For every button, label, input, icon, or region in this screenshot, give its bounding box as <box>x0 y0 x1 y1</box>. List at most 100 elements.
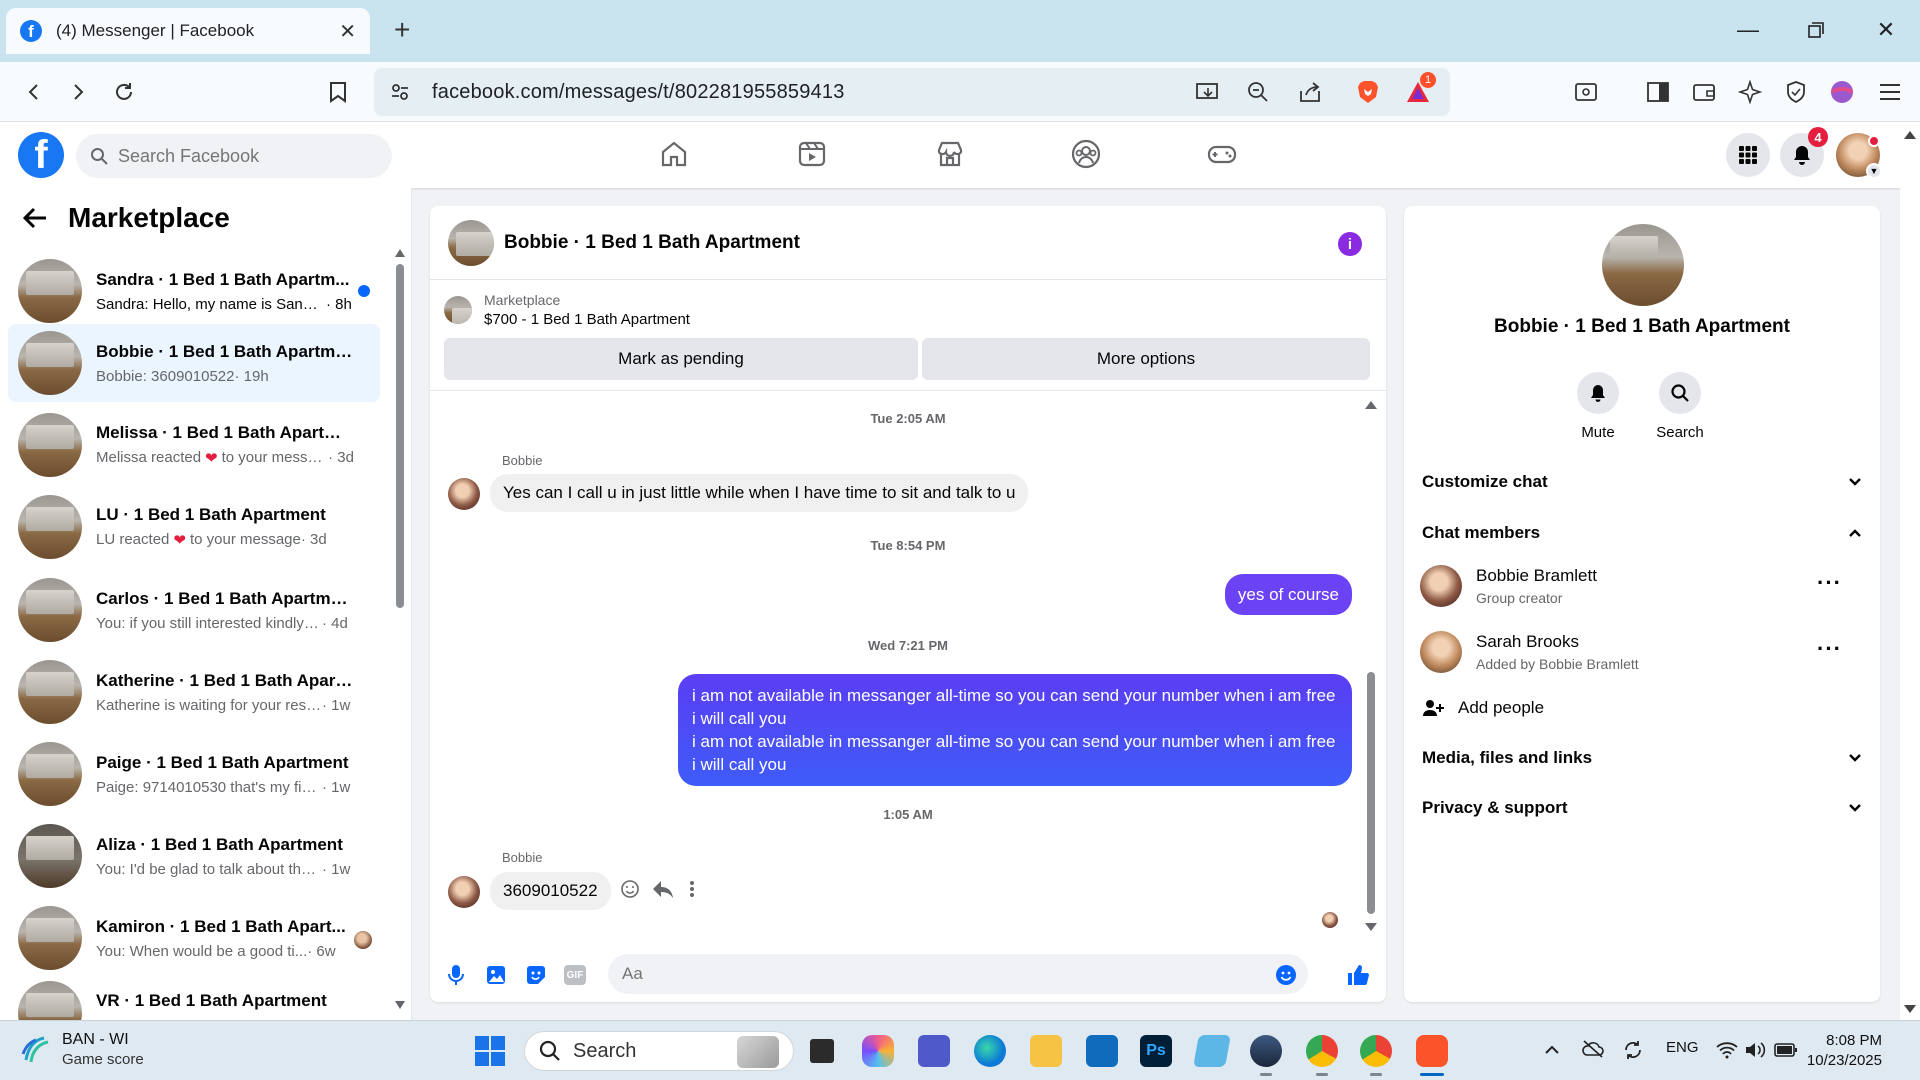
conversation-item[interactable]: Kamiron · 1 Bed 1 Bath Apart... You: Whe… <box>8 899 380 977</box>
zoom-out-icon[interactable] <box>1244 78 1272 106</box>
windows-start-icon[interactable] <box>474 1035 506 1067</box>
teams-icon[interactable] <box>918 1035 950 1067</box>
more-options-button[interactable]: More options <box>922 338 1370 380</box>
leo-ai-icon[interactable] <box>1736 78 1764 106</box>
scroll-down-icon[interactable] <box>1903 1004 1917 1014</box>
brave-rewards-icon[interactable]: 1 <box>1404 72 1436 106</box>
marketplace-icon[interactable] <box>934 138 968 172</box>
chat-title[interactable]: Bobbie · 1 Bed 1 Bath Apartment <box>504 232 800 254</box>
member-row[interactable]: Sarah Brooks Added by Bobbie Bramlett ··… <box>1420 628 1860 676</box>
conversation-item[interactable]: Katherine · 1 Bed 1 Bath Apartm... Kathe… <box>8 653 380 731</box>
scrollbar-thumb[interactable] <box>1367 672 1375 914</box>
message-bubble-outgoing[interactable]: yes of course <box>1224 574 1352 615</box>
minimize-icon[interactable]: — <box>1734 16 1762 44</box>
vpn-icon[interactable] <box>1782 78 1810 106</box>
close-tab-icon[interactable]: ✕ <box>339 19 356 44</box>
facebook-search[interactable] <box>76 134 392 178</box>
address-bar[interactable]: facebook.com/messages/t/802281955859413 … <box>374 68 1450 116</box>
chrome-profile-icon[interactable] <box>1360 1035 1392 1067</box>
info-icon[interactable]: i <box>1338 232 1362 256</box>
message-bubble-outgoing[interactable]: i am not available in messanger all-time… <box>678 674 1352 786</box>
page-scrollbar[interactable] <box>1900 122 1920 1020</box>
add-people-button[interactable]: Add people <box>1422 698 1862 718</box>
conversation-item[interactable]: VR · 1 Bed 1 Bath Apartment <box>8 981 380 1020</box>
chat-large-avatar[interactable] <box>1602 224 1684 306</box>
share-icon[interactable] <box>1296 78 1324 106</box>
scroll-up-icon[interactable] <box>1903 130 1917 140</box>
profile-icon[interactable] <box>1828 78 1856 106</box>
app-icon[interactable] <box>1250 1035 1282 1067</box>
volume-icon[interactable] <box>1744 1041 1766 1059</box>
back-arrow-icon[interactable] <box>22 207 48 229</box>
file-explorer-icon[interactable] <box>1030 1035 1062 1067</box>
react-emoji-icon[interactable] <box>620 879 640 899</box>
widgets-button[interactable]: BAN - WI Game score <box>20 1031 144 1068</box>
mute-button[interactable]: Mute <box>1558 372 1638 441</box>
media-files-section[interactable]: Media, files and links <box>1422 748 1862 768</box>
list-scrollbar[interactable] <box>394 248 406 1010</box>
scroll-up-icon[interactable] <box>394 248 406 258</box>
groups-icon[interactable] <box>1070 138 1104 172</box>
chat-members-section[interactable]: Chat members <box>1422 523 1862 543</box>
outlook-icon[interactable] <box>1086 1035 1118 1067</box>
conversation-item[interactable]: Aliza · 1 Bed 1 Bath Apartment You: I'd … <box>8 817 380 895</box>
gif-icon[interactable]: GIF <box>564 965 586 985</box>
marketplace-listing-bar[interactable]: Marketplace $700 - 1 Bed 1 Bath Apartmen… <box>444 292 690 328</box>
chat-scrollbar[interactable] <box>1364 394 1378 934</box>
edge-icon[interactable] <box>974 1035 1006 1067</box>
message-input[interactable] <box>608 954 1308 994</box>
conversation-item[interactable]: Melissa · 1 Bed 1 Bath Apartment Melissa… <box>8 406 380 484</box>
home-icon[interactable] <box>658 138 692 172</box>
remote-desktop-icon[interactable] <box>1193 1035 1231 1067</box>
site-settings-icon[interactable] <box>386 78 414 106</box>
chat-avatar[interactable] <box>448 219 494 266</box>
facebook-logo-icon[interactable]: f <box>18 132 64 178</box>
search-chat-button[interactable]: Search <box>1640 372 1720 441</box>
notifications-button[interactable]: 4 <box>1780 127 1828 177</box>
scroll-down-icon[interactable] <box>394 1000 406 1010</box>
microphone-icon[interactable] <box>444 963 468 987</box>
thumbs-up-icon[interactable] <box>1346 963 1370 987</box>
conversation-item-active[interactable]: Bobbie · 1 Bed 1 Bath Apartment Bobbie: … <box>8 324 380 402</box>
account-avatar[interactable]: ▼ <box>1836 133 1882 179</box>
reload-icon[interactable] <box>110 78 138 106</box>
chrome-icon[interactable] <box>1306 1035 1338 1067</box>
conversation-item[interactable]: Carlos · 1 Bed 1 Bath Apartment You: if … <box>8 571 380 649</box>
reply-icon[interactable] <box>652 879 674 899</box>
more-actions-icon[interactable] <box>688 879 696 899</box>
menu-grid-button[interactable] <box>1726 133 1770 177</box>
language-indicator[interactable]: ENG <box>1666 1039 1699 1056</box>
member-more-icon[interactable]: ··· <box>1817 636 1842 662</box>
install-app-icon[interactable] <box>1194 78 1222 106</box>
onedrive-offline-icon[interactable] <box>1582 1039 1604 1059</box>
browser-tab[interactable]: f (4) Messenger | Facebook ✕ <box>6 8 370 54</box>
wallet-icon[interactable] <box>1690 78 1718 106</box>
conversation-item[interactable]: LU · 1 Bed 1 Bath Apartment LU reacted ❤ t… <box>8 488 380 566</box>
sidebar-toggle-icon[interactable] <box>1644 78 1672 106</box>
scroll-down-icon[interactable] <box>1364 922 1378 932</box>
emoji-icon[interactable] <box>1274 963 1298 987</box>
member-more-icon[interactable]: ··· <box>1817 570 1842 596</box>
copilot-icon[interactable] <box>862 1035 894 1067</box>
sync-icon[interactable] <box>1622 1039 1644 1061</box>
tray-overflow-icon[interactable] <box>1544 1043 1560 1055</box>
taskbar-search[interactable]: Search <box>524 1031 794 1071</box>
wifi-icon[interactable] <box>1716 1041 1738 1059</box>
mark-pending-button[interactable]: Mark as pending <box>444 338 918 380</box>
forward-icon[interactable] <box>64 78 92 106</box>
back-icon[interactable] <box>20 78 48 106</box>
member-row[interactable]: Bobbie Bramlett Group creator ··· <box>1420 562 1860 610</box>
conversation-item[interactable]: Sandra · 1 Bed 1 Bath Apartm... Sandra: … <box>8 252 380 330</box>
customize-chat-section[interactable]: Customize chat <box>1422 472 1862 492</box>
photoshop-icon[interactable]: Ps <box>1140 1035 1172 1067</box>
close-window-icon[interactable]: ✕ <box>1872 16 1900 44</box>
bookmark-icon[interactable] <box>324 78 352 106</box>
conversation-item[interactable]: Paige · 1 Bed 1 Bath Apartment Paige: 97… <box>8 735 380 813</box>
screenshot-icon[interactable] <box>1572 78 1600 106</box>
restore-icon[interactable] <box>1802 16 1830 44</box>
brave-shields-icon[interactable] <box>1354 78 1382 106</box>
photo-icon[interactable] <box>484 963 508 987</box>
menu-icon[interactable] <box>1876 78 1904 106</box>
sender-avatar[interactable] <box>448 478 480 510</box>
sender-avatar[interactable] <box>448 876 480 908</box>
